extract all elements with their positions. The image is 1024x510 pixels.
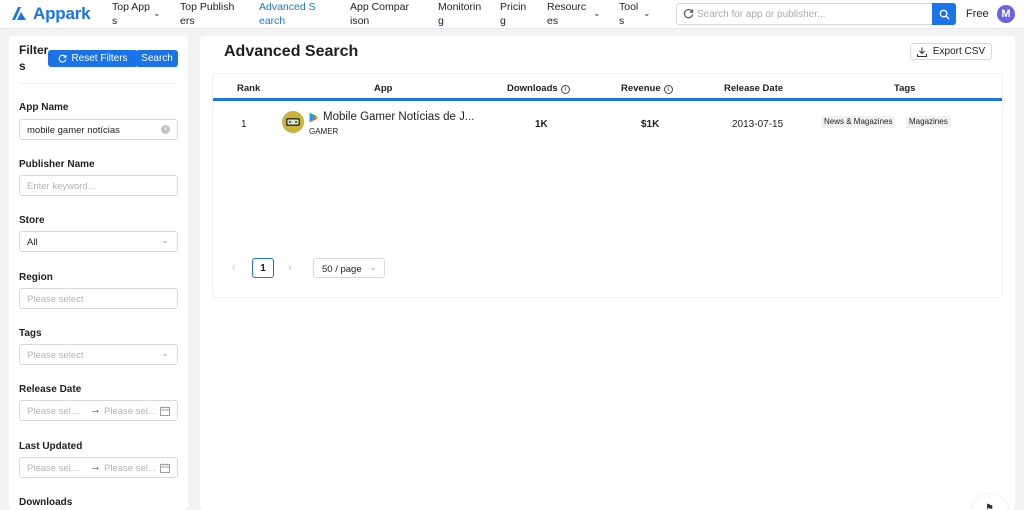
column-rank[interactable]: Rank [237,83,260,94]
tags-select[interactable]: Please select ⌄ [19,344,178,365]
global-search-input[interactable] [697,6,929,22]
global-search-button[interactable] [932,3,956,25]
plan-label[interactable]: Free [966,8,989,20]
divider [19,83,178,84]
nav-app-comparison[interactable]: App Comparison [350,0,410,28]
last-updated-range[interactable]: Please sel... → Please sel... [19,457,178,478]
release-date-cell: 2013-07-15 [732,119,784,130]
tags-label: Tags [19,328,42,339]
tag-badge: Magazines [906,116,951,128]
avatar[interactable]: M [997,5,1015,23]
export-csv-label: Export CSV [932,46,986,57]
region-select[interactable]: Please select [19,288,178,309]
nav-top-publishers[interactable]: Top Publishers [180,0,240,28]
chevron-down-icon: ⌄ [369,262,377,272]
arrow-right-icon: → [90,404,101,416]
reset-filters-button[interactable]: Reset Filters [48,50,138,67]
table-row[interactable]: 1 Mobile Gamer Notícias de J... GAMER 1K [213,104,1002,144]
search-icon [939,9,950,20]
nav-tools[interactable]: Tools [619,0,641,28]
nav-resources[interactable]: Resources [547,0,591,28]
publisher-name-label: Publisher Name [19,159,95,170]
column-app: App [374,83,393,94]
column-downloads-label: Downloads [507,83,558,94]
page-title: Advanced Search [224,43,359,60]
info-icon[interactable]: i [663,85,673,94]
last-updated-end[interactable]: Please sel... [104,463,156,474]
filters-sidebar: Filters Reset Filters Search App Name mo… [9,36,188,510]
nav-advanced-search[interactable]: Advanced Search [259,0,319,28]
release-date-end[interactable]: Please sel... [104,406,156,417]
column-tags: Tags [894,83,916,94]
downloads-cell: 1K [535,119,548,130]
appark-logo-icon [12,7,26,20]
revenue-cell: $1K [641,119,660,130]
gamepad-icon [282,111,304,133]
info-icon[interactable]: i [560,85,570,94]
publisher-name[interactable]: GAMER [309,127,338,136]
calendar-icon [160,406,170,416]
column-downloads[interactable]: Downloads i [507,83,570,94]
downloads-label: Downloads [19,497,73,508]
tag-badge: News & Magazines [821,116,896,128]
chevron-down-icon[interactable]: ⌄ [593,8,601,19]
nav-pricing[interactable]: Pricing [500,0,528,28]
page-size-value: 50 / page [322,264,362,275]
google-play-icon [309,112,319,123]
chevron-down-icon[interactable]: ⌄ [643,8,651,19]
release-date-label: Release Date [19,384,82,395]
calendar-icon [160,463,170,473]
release-date-range[interactable]: Please sel... → Please sel... [19,400,178,421]
store-label: Store [19,215,45,226]
nav-monitoring[interactable]: Monitoring [438,0,482,28]
refresh-icon [683,8,694,19]
download-icon [916,47,927,57]
page-size-select[interactable]: 50 / page ⌄ [313,258,385,278]
rank-cell: 1 [241,119,247,130]
app-name-label: App Name [19,102,69,113]
app-name-link[interactable]: Mobile Gamer Notícias de J... [323,111,474,123]
table-header: Rank App Downloads i Revenue i Release Dat… [213,74,1002,101]
app-name-input[interactable]: mobile gamer notícias × [19,119,178,140]
results-table: Rank App Downloads i Revenue i Release Dat… [212,73,1003,298]
arrow-right-icon: → [90,461,101,473]
flag-icon: ⚑ [985,503,994,510]
search-button[interactable]: Search [136,50,178,67]
export-csv-button[interactable]: Export CSV [910,43,992,60]
pagination-prev-icon[interactable]: ‹ [232,262,235,273]
last-updated-start[interactable]: Please sel... [27,463,79,474]
last-updated-label: Last Updated [19,441,83,452]
reset-filters-label: Reset Filters [71,53,128,64]
logo-text: Appark [33,4,91,23]
global-search [676,3,956,25]
pagination-next-icon[interactable]: › [288,262,291,273]
app-name-value: mobile gamer notícias [27,125,120,136]
reset-icon [59,54,67,63]
publisher-name-placeholder: Enter keyword... [27,181,96,192]
main-panel: Advanced Search Export CSV Rank App Down… [200,36,1015,510]
region-placeholder: Please select [27,294,84,305]
column-revenue-label: Revenue [621,83,661,94]
publisher-name-input[interactable]: Enter keyword... [19,175,178,196]
logo[interactable]: Appark [9,4,91,24]
column-release-date[interactable]: Release Date [724,83,783,94]
tags-placeholder: Please select [27,350,84,361]
pagination-page[interactable]: 1 [252,258,274,278]
store-value: All [27,237,38,248]
chevron-down-icon: ⌄ [161,235,169,245]
column-revenue[interactable]: Revenue i [621,83,673,94]
chevron-down-icon: ⌄ [161,348,169,358]
nav-top-apps[interactable]: Top Apps [112,0,152,28]
store-select[interactable]: All ⌄ [19,231,178,252]
clear-icon[interactable]: × [161,125,170,134]
top-navbar: Appark Top Apps ⌄ Top Publishers Advance… [0,0,1024,29]
filters-title: Filters [19,43,49,73]
chevron-down-icon[interactable]: ⌄ [153,8,161,19]
region-label: Region [19,272,53,283]
release-date-start[interactable]: Please sel... [27,406,79,417]
app-icon[interactable] [282,111,304,133]
